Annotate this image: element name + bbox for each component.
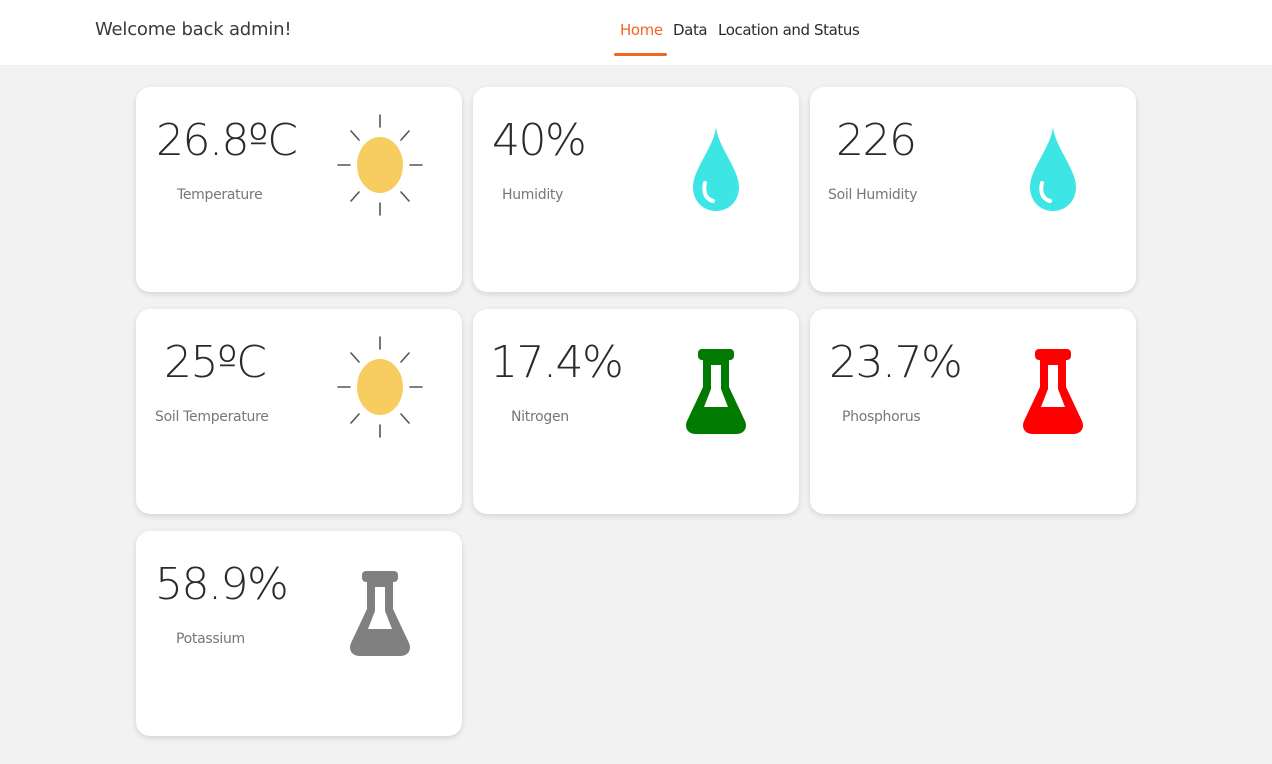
water-drop-icon: [1030, 127, 1076, 211]
card-value: 26.8ºC: [156, 115, 298, 166]
flask-icon: [350, 571, 410, 656]
nav-location-and-status[interactable]: Location and Status: [718, 21, 860, 39]
top-navbar: Welcome back admin! Home Data Location a…: [0, 0, 1272, 65]
card-value: 40%: [492, 115, 587, 166]
active-nav-indicator: [614, 53, 667, 56]
card-label: Soil Humidity: [828, 187, 918, 203]
nav-data[interactable]: Data: [673, 21, 708, 39]
flask-icon: [1023, 349, 1083, 434]
flask-icon: [686, 349, 746, 434]
nav-home[interactable]: Home: [620, 21, 663, 39]
card-label: Potassium: [176, 631, 245, 647]
water-drop-icon: [693, 127, 739, 211]
card-value: 17.4%: [490, 337, 624, 388]
card-label: Nitrogen: [511, 409, 569, 425]
potassium-card: 58.9% Potassium: [136, 531, 462, 736]
card-label: Humidity: [502, 187, 564, 203]
nitrogen-card: 17.4% Nitrogen: [473, 309, 799, 514]
card-label: Phosphorus: [842, 409, 921, 425]
temperature-card: 26.8ºC Temperature: [136, 87, 462, 292]
main-nav: Home Data Location and Status: [0, 0, 1272, 65]
card-value: 58.9%: [155, 559, 289, 610]
humidity-card: 40% Humidity: [473, 87, 799, 292]
soil-humidity-card: 226 Soil Humidity: [810, 87, 1136, 292]
soil-temperature-card: 25ºC Soil Temperature: [136, 309, 462, 514]
sun-icon: [337, 336, 423, 438]
card-value: 226: [836, 115, 917, 166]
card-label: Temperature: [177, 187, 263, 203]
phosphorus-card: 23.7% Phosphorus: [810, 309, 1136, 514]
card-value: 23.7%: [829, 337, 963, 388]
card-value: 25ºC: [164, 337, 267, 388]
card-label: Soil Temperature: [155, 409, 269, 425]
sun-icon: [337, 114, 423, 216]
